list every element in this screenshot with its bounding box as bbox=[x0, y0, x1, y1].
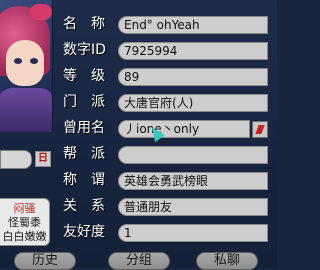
former-name-field[interactable]: 丿ione丶only bbox=[118, 120, 250, 138]
calendar-button[interactable]: 日 bbox=[35, 151, 51, 167]
avatar-bow bbox=[30, 4, 52, 20]
signature-line-2: 怪蜀黍 bbox=[8, 216, 41, 229]
left-small-input[interactable] bbox=[0, 150, 32, 169]
friendship-label: 友好度 bbox=[63, 224, 105, 240]
avatar-face bbox=[6, 40, 44, 86]
name-field[interactable]: End° ohYeah bbox=[118, 16, 268, 34]
avatar-eye-left bbox=[14, 58, 22, 64]
title-label: 称 谓 bbox=[63, 172, 105, 188]
avatar-eye-right bbox=[30, 58, 38, 64]
id-field[interactable]: 7925994 bbox=[118, 42, 268, 60]
dropdown-icon[interactable] bbox=[252, 121, 268, 138]
name-label: 名 称 bbox=[63, 16, 105, 32]
dropdown-mark bbox=[255, 125, 265, 134]
id-label: 数字ID bbox=[63, 42, 106, 58]
sect-label: 门 派 bbox=[63, 94, 105, 110]
guild-label: 帮 派 bbox=[63, 146, 105, 162]
friendship-field[interactable]: 1 bbox=[118, 224, 268, 242]
level-label: 等 级 bbox=[63, 68, 105, 84]
relation-label: 关 系 bbox=[63, 198, 105, 214]
sect-field[interactable]: 大唐官府(人) bbox=[118, 94, 268, 112]
signature-card: 闷骚 怪蜀黍 白白嫩嫩 bbox=[0, 198, 50, 246]
avatar-body bbox=[0, 88, 52, 132]
guild-field[interactable] bbox=[118, 146, 268, 164]
history-button[interactable]: 历史 bbox=[14, 252, 76, 270]
private-chat-button[interactable]: 私聊 bbox=[196, 252, 258, 270]
title-field[interactable]: 英雄会勇武榜眼 bbox=[118, 172, 268, 190]
relation-field[interactable]: 普通朋友 bbox=[118, 198, 268, 216]
signature-line-3: 白白嫩嫩 bbox=[2, 230, 47, 243]
group-button[interactable]: 分组 bbox=[108, 252, 170, 270]
former-name-label: 曾用名 bbox=[63, 120, 105, 136]
level-field[interactable]: 89 bbox=[118, 68, 268, 86]
portrait-avatar bbox=[0, 0, 53, 132]
signature-line-1: 闷骚 bbox=[13, 202, 36, 215]
